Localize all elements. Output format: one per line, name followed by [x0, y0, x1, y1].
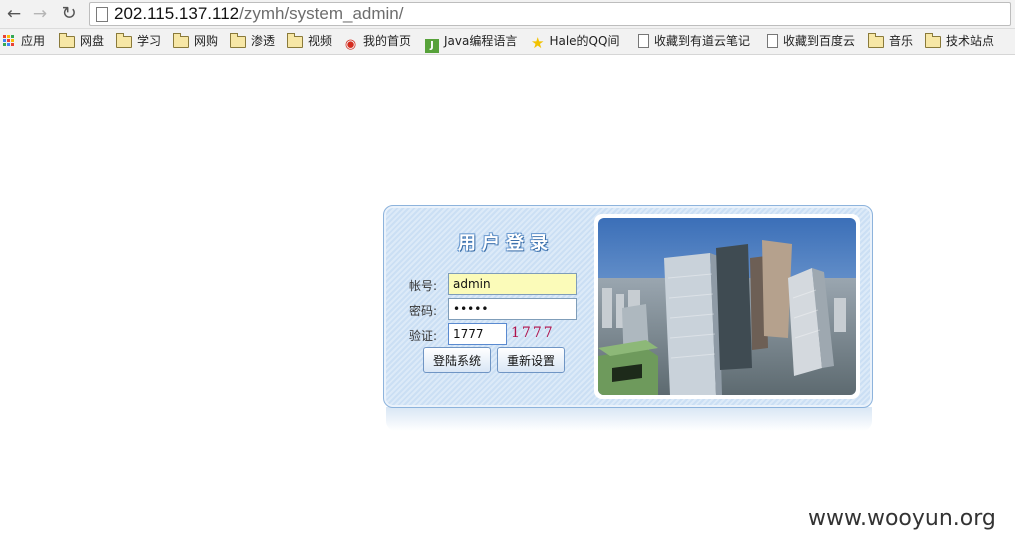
reload-icon[interactable]: ↻ — [58, 3, 80, 25]
login-panel-reflection — [386, 407, 872, 431]
browser-toolbar: ← → ↻ 202.115.137.112/zymh/system_admin/ — [0, 0, 1015, 29]
bookmark-folder-video[interactable]: 视频 — [287, 33, 332, 50]
folder-icon — [59, 33, 75, 48]
java-site-icon: J — [425, 39, 439, 53]
folder-icon — [868, 33, 884, 48]
bookmark-label: 收藏到百度云 — [783, 34, 856, 48]
bookmark-folder-tech-sites[interactable]: 技术站点 — [925, 33, 994, 50]
bookmark-label: 网购 — [194, 34, 219, 48]
password-label: 密码: — [409, 304, 438, 318]
bookmark-label: 应用 — [21, 34, 46, 48]
captcha-label: 验证: — [409, 329, 438, 343]
page-icon — [638, 34, 649, 48]
bookmark-folder-study[interactable]: 学习 — [116, 33, 161, 50]
bookmark-label: 渗透 — [251, 34, 276, 48]
address-bar[interactable]: 202.115.137.112/zymh/system_admin/ — [89, 2, 1011, 26]
bookmark-my-homepage[interactable]: ◉ 我的首页 — [343, 33, 412, 52]
apps-grid-icon — [3, 35, 16, 48]
username-input[interactable] — [448, 273, 577, 295]
bookmark-qzone[interactable]: ★ Hale的QQ间 — [531, 33, 620, 52]
weibo-icon: ◉ — [344, 37, 357, 52]
bookmark-label: 学习 — [137, 34, 162, 48]
bookmark-label: 技术站点 — [946, 34, 995, 48]
folder-icon — [116, 33, 132, 48]
bookmark-baidu-cloud[interactable]: 收藏到百度云 — [767, 33, 855, 50]
page-icon — [96, 7, 108, 22]
bookmark-label: 音乐 — [889, 34, 914, 48]
page-icon — [767, 34, 778, 48]
watermark: www.wooyun.org — [808, 506, 996, 531]
reset-button[interactable]: 重新设置 — [497, 347, 565, 373]
captcha-input[interactable] — [448, 323, 507, 345]
star-icon: ★ — [531, 34, 545, 52]
login-button[interactable]: 登陆系统 — [423, 347, 491, 373]
bookmark-folder-music[interactable]: 音乐 — [868, 33, 913, 50]
bookmark-folder-netdisk[interactable]: 网盘 — [59, 33, 104, 50]
bookmark-label: 视频 — [308, 34, 333, 48]
login-title: 用户登录 — [458, 233, 554, 254]
folder-icon — [173, 33, 189, 48]
folder-icon — [230, 33, 246, 48]
username-label: 帐号: — [409, 279, 438, 293]
bookmark-label: 我的首页 — [363, 34, 412, 48]
back-arrow-icon[interactable]: ← — [3, 3, 25, 25]
bookmark-java[interactable]: J Java编程语言 — [425, 33, 518, 53]
url-host: 202.115.137.112 — [114, 4, 240, 23]
bookmark-apps[interactable]: 应用 — [3, 33, 45, 50]
url-path: /zymh/system_admin/ — [239, 4, 404, 23]
bookmark-label: 收藏到有道云笔记 — [654, 34, 751, 48]
forward-arrow-icon[interactable]: → — [29, 3, 51, 25]
bookmark-folder-shopping[interactable]: 网购 — [173, 33, 218, 50]
folder-icon — [925, 33, 941, 48]
bookmark-label: 网盘 — [80, 34, 105, 48]
password-input[interactable] — [448, 298, 577, 320]
bookmarks-bar: 应用 网盘 学习 网购 渗透 视频 ◉ 我的首页 J Java编程语言 ★ Hale的… — [0, 29, 1015, 55]
url-text[interactable]: 202.115.137.112/zymh/system_admin/ — [114, 5, 404, 23]
folder-icon — [287, 33, 303, 48]
city-skyline-image — [598, 218, 856, 395]
bookmark-youdao-note[interactable]: 收藏到有道云笔记 — [638, 33, 750, 50]
bookmark-label: Java编程语言 — [444, 34, 518, 48]
bookmark-folder-pentest[interactable]: 渗透 — [230, 33, 275, 50]
bookmark-label: Hale的QQ间 — [549, 34, 620, 48]
captcha-image[interactable]: 1777 — [511, 325, 555, 341]
